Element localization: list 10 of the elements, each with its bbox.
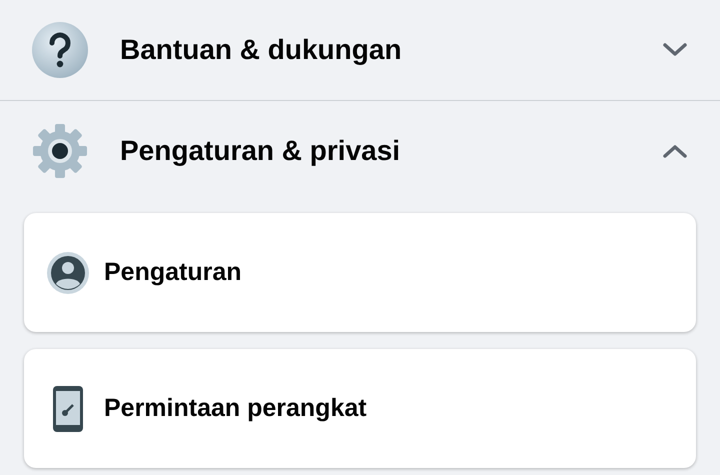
section-header[interactable]: Pengaturan & privasi xyxy=(0,101,720,201)
help-icon xyxy=(30,20,90,80)
phone-icon xyxy=(52,384,84,432)
chevron-icon xyxy=(662,42,688,58)
menu-card[interactable]: Permintaan perangkat xyxy=(24,349,696,468)
profile-icon xyxy=(46,250,90,294)
menu-card[interactable]: Pengaturan xyxy=(24,213,696,332)
chevron-icon xyxy=(662,143,688,159)
section-header[interactable]: Bantuan & dukungan xyxy=(0,0,720,101)
settings-icon xyxy=(30,121,90,181)
